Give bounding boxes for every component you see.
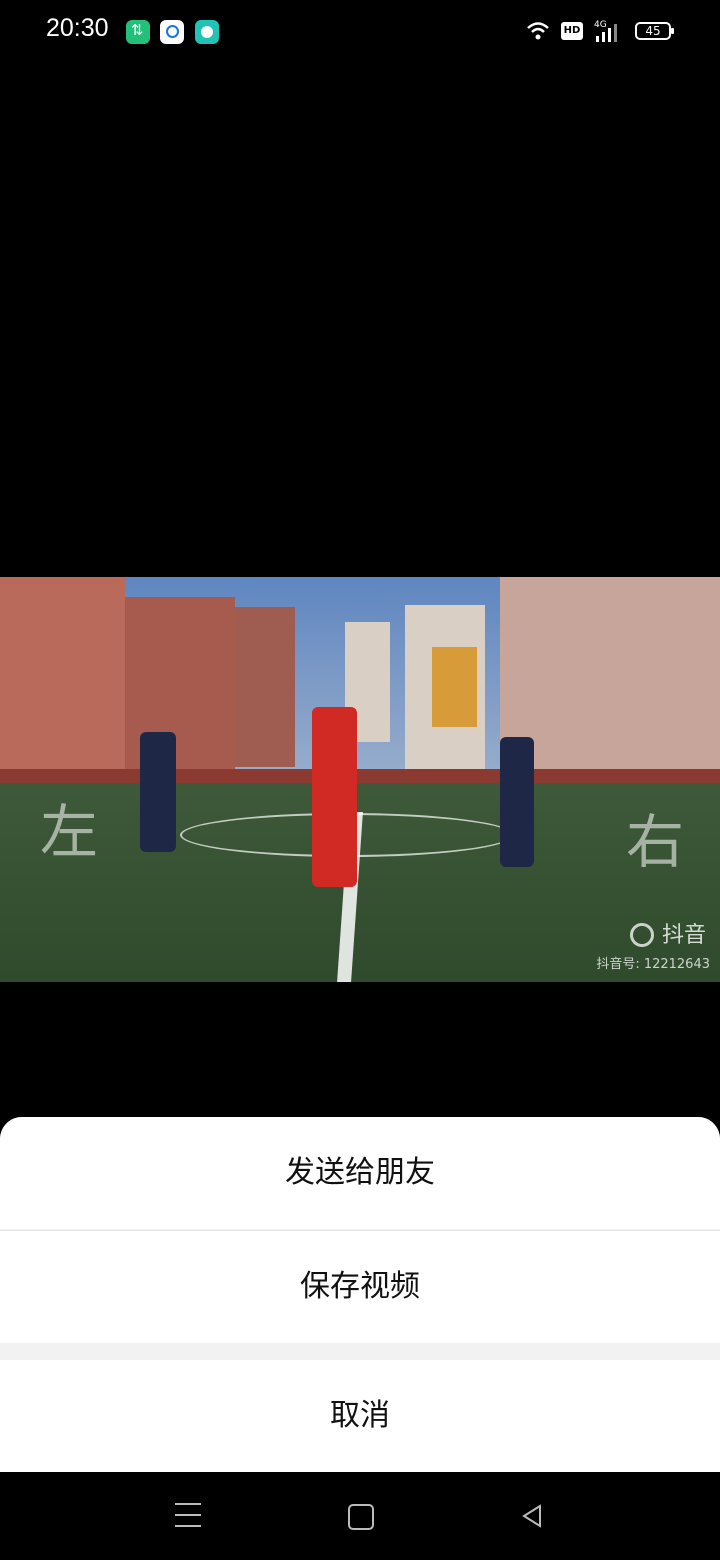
video-track [0,769,720,783]
video-field [0,777,720,982]
video-building [235,607,295,767]
video-poster [432,647,477,727]
video-player[interactable]: 左 右 抖音 抖音号: 12212643 [0,577,720,982]
video-person [312,707,357,887]
menu-icon[interactable] [175,1503,201,1527]
status-bar: 20:30 HD 4G 45 [0,0,720,64]
send-to-friend-button[interactable]: 发送给朋友 [0,1117,720,1229]
home-icon[interactable] [348,1504,374,1530]
overlay-text-left: 左 [40,798,99,866]
transfer-icon [126,20,150,44]
hd-badge: HD [561,22,583,40]
action-sheet: 发送给朋友 保存视频 取消 [0,1117,720,1472]
watermark-brand: 抖音 [661,923,706,948]
back-icon[interactable] [520,1504,544,1528]
video-person [500,737,534,867]
chat-icon [195,20,219,44]
signal-icon: 4G [594,20,617,42]
save-video-button[interactable]: 保存视频 [0,1230,720,1343]
status-time: 20:30 [46,14,109,42]
cancel-button[interactable]: 取消 [0,1360,720,1472]
network-type: 4G [594,20,607,30]
video-person [140,732,176,852]
overlay-text-right: 右 [626,808,685,876]
video-building [0,577,125,777]
battery-icon: 45 [635,22,674,40]
search-icon [160,20,184,44]
navigation-bar [0,1472,720,1560]
watermark-id: 抖音号: 12212643 [596,957,710,972]
douyin-logo-icon [630,923,654,947]
wifi-icon [527,22,549,40]
